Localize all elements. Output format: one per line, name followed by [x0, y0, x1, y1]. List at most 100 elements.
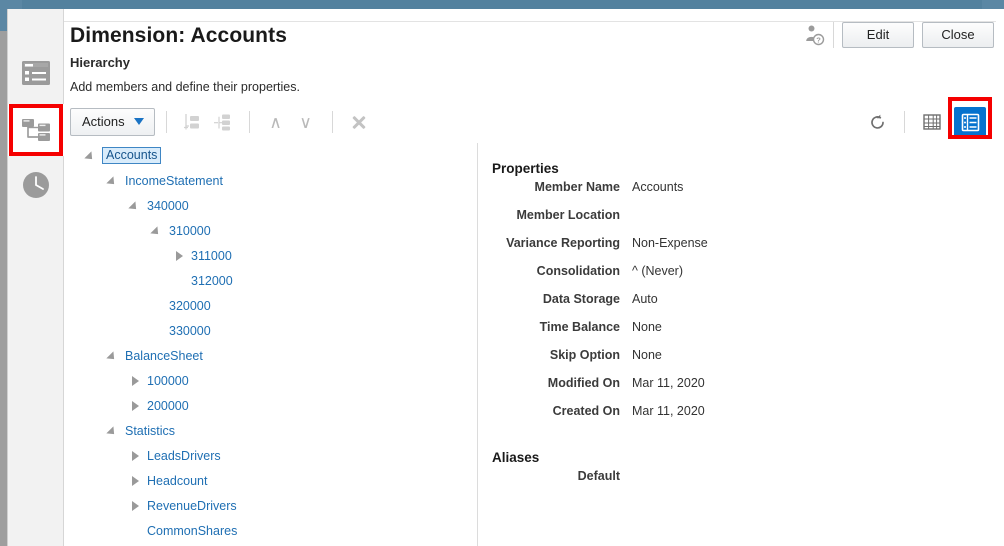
- tree-expand-toggle-closed-icon[interactable]: [174, 250, 186, 262]
- tree-node[interactable]: IncomeStatement: [64, 168, 476, 193]
- close-button[interactable]: Close: [922, 22, 994, 48]
- tree-node[interactable]: 200000: [64, 393, 476, 418]
- user-question-icon[interactable]: ?: [803, 24, 825, 46]
- tree-node[interactable]: CommonShares: [64, 518, 476, 543]
- tree-expand-toggle-closed-icon[interactable]: [130, 400, 142, 412]
- tree-expand-toggle-closed-icon[interactable]: [130, 375, 142, 387]
- move-up-button[interactable]: ∧: [261, 108, 291, 136]
- svg-text:?: ?: [816, 36, 821, 45]
- delete-member-button[interactable]: [344, 108, 374, 136]
- aliases-section-title: Aliases: [492, 450, 540, 465]
- grid-view-button[interactable]: [916, 107, 948, 137]
- tree-node[interactable]: 312000: [64, 268, 476, 293]
- tree-expand-toggle-open-icon[interactable]: [108, 350, 120, 362]
- editor-toolbar-right: [861, 97, 992, 139]
- properties-section-title: Properties: [492, 161, 559, 176]
- move-down-button[interactable]: ∨: [291, 108, 321, 136]
- property-value: Mar 11, 2020: [632, 404, 705, 418]
- detail-view-button[interactable]: [954, 107, 986, 137]
- property-label: Default: [577, 469, 620, 483]
- edit-button[interactable]: Edit: [842, 22, 914, 48]
- tree-expand-toggle-open-icon[interactable]: [130, 200, 142, 212]
- tree-node-label: CommonShares: [147, 523, 238, 538]
- tree-node-label: LeadsDrivers: [147, 448, 221, 463]
- tree-node[interactable]: RevenueDrivers: [64, 493, 476, 518]
- chevron-down-icon: ∨: [299, 112, 312, 132]
- property-value: None: [632, 348, 662, 362]
- tree-node[interactable]: 100000: [64, 368, 476, 393]
- sidebar-item-history[interactable]: [8, 159, 64, 211]
- tree-node-label: RevenueDrivers: [147, 498, 237, 513]
- sidebar-item-dimensions[interactable]: [8, 47, 64, 99]
- tree-node[interactable]: 310000: [64, 218, 476, 243]
- tree-expand-toggle-closed-icon[interactable]: [130, 475, 142, 487]
- aliases-list: Default: [478, 469, 996, 497]
- property-row: Member Name Accounts: [478, 180, 996, 208]
- tree-expand-toggle-closed-icon[interactable]: [130, 450, 142, 462]
- tree-node-label: IncomeStatement: [125, 173, 223, 188]
- property-row: Member Location: [478, 208, 996, 236]
- tree-node[interactable]: BalanceSheet: [64, 343, 476, 368]
- hierarchy-tree-icon: [22, 119, 50, 141]
- tree-node-label: 320000: [169, 298, 211, 313]
- tree-node[interactable]: LeadsDrivers: [64, 443, 476, 468]
- left-scroll-gutter[interactable]: [0, 9, 7, 546]
- page-title: Dimension: Accounts: [70, 24, 287, 47]
- tree-node-label: 312000: [191, 273, 233, 288]
- properties-list: Member Name Accounts Member Location Varian…: [478, 180, 996, 432]
- add-sibling-icon: [183, 114, 199, 130]
- tree-expand-toggle-open-icon[interactable]: [108, 175, 120, 187]
- actions-menu-button[interactable]: Actions: [70, 108, 155, 136]
- tree-expand-toggle-closed-icon[interactable]: [130, 500, 142, 512]
- close-x-icon: [351, 114, 367, 130]
- tree-expand-toggle-open-icon[interactable]: [152, 225, 164, 237]
- property-row: Skip Option None: [478, 348, 996, 376]
- properties-panel: Properties Member Name Accounts Member Loc…: [478, 143, 996, 546]
- tree-node[interactable]: Statistics: [64, 418, 476, 443]
- tree-node-label: 340000: [147, 198, 189, 213]
- toolbar-separator-2: [248, 111, 250, 133]
- clock-icon: [23, 172, 49, 198]
- sidebar-item-hierarchy[interactable]: [8, 104, 64, 156]
- refresh-button[interactable]: [861, 107, 893, 137]
- property-value: Mar 11, 2020: [632, 376, 705, 390]
- tree-node-label: 100000: [147, 373, 189, 388]
- app-chrome-strip: [0, 0, 1004, 9]
- tree-expand-toggle-open-icon[interactable]: [86, 150, 98, 162]
- property-row: Default: [478, 469, 996, 497]
- app-chrome-strip-inner: [22, 0, 982, 9]
- detail-view-icon: [961, 113, 979, 131]
- property-row: Data Storage Auto: [478, 292, 996, 320]
- tree-node[interactable]: Accounts: [64, 143, 476, 168]
- property-label: Member Name: [534, 180, 620, 194]
- property-label: Created On: [552, 404, 620, 418]
- property-label: Skip Option: [549, 348, 620, 362]
- property-row: Variance Reporting Non-Expense: [478, 236, 996, 264]
- grid-view-icon: [923, 114, 941, 130]
- property-label: Time Balance: [539, 320, 620, 334]
- refresh-icon: [870, 114, 884, 129]
- add-child-icon: [213, 114, 230, 131]
- tree-node-label: BalanceSheet: [125, 348, 203, 363]
- add-sibling-button[interactable]: [178, 108, 208, 136]
- property-row: Time Balance None: [478, 320, 996, 348]
- tree-node[interactable]: 311000: [64, 243, 476, 268]
- header-separator: [833, 22, 834, 48]
- property-label: Modified On: [547, 376, 620, 390]
- tree-expand-toggle-open-icon[interactable]: [108, 425, 120, 437]
- property-row: Modified On Mar 11, 2020: [478, 376, 996, 404]
- tree-node[interactable]: 330000: [64, 318, 476, 343]
- editor-toolbar: Actions ∧ ∨: [70, 105, 374, 139]
- tree-node[interactable]: 320000: [64, 293, 476, 318]
- add-child-button[interactable]: [208, 108, 238, 136]
- chevron-up-icon: ∧: [269, 112, 282, 132]
- property-label: Data Storage: [542, 292, 620, 306]
- property-value: ^ (Never): [632, 264, 684, 278]
- left-icon-rail: [8, 9, 64, 546]
- tree-node[interactable]: Headcount: [64, 468, 476, 493]
- tree-node[interactable]: 340000: [64, 193, 476, 218]
- application-window: Dimension: Accounts Hierarchy Add member…: [0, 0, 1004, 546]
